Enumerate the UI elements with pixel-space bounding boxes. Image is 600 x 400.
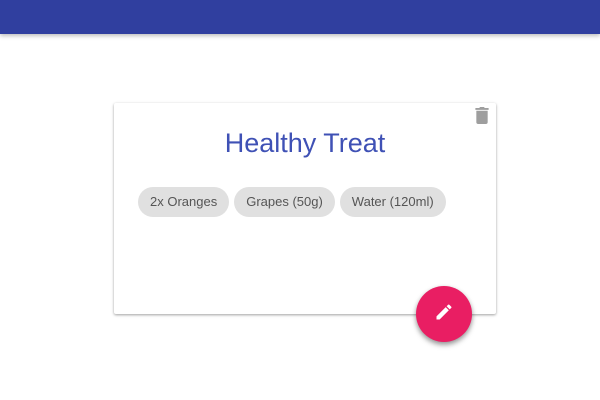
trash-icon	[475, 107, 489, 129]
ingredient-chip: Grapes (50g)	[234, 187, 335, 217]
ingredient-chip: Water (120ml)	[339, 187, 446, 217]
app-bar	[0, 0, 600, 34]
page: Healthy Treat 2x Oranges Grapes (50g) Wa…	[0, 0, 600, 400]
recipe-card: Healthy Treat 2x Oranges Grapes (50g) Wa…	[114, 103, 496, 314]
edit-button[interactable]	[416, 286, 472, 342]
card-title: Healthy Treat	[224, 128, 386, 158]
delete-button[interactable]	[472, 107, 492, 129]
pencil-icon	[434, 302, 454, 327]
ingredient-chip: 2x Oranges	[138, 187, 230, 217]
ingredient-list: 2x Oranges Grapes (50g) Water (120ml)	[138, 187, 446, 217]
